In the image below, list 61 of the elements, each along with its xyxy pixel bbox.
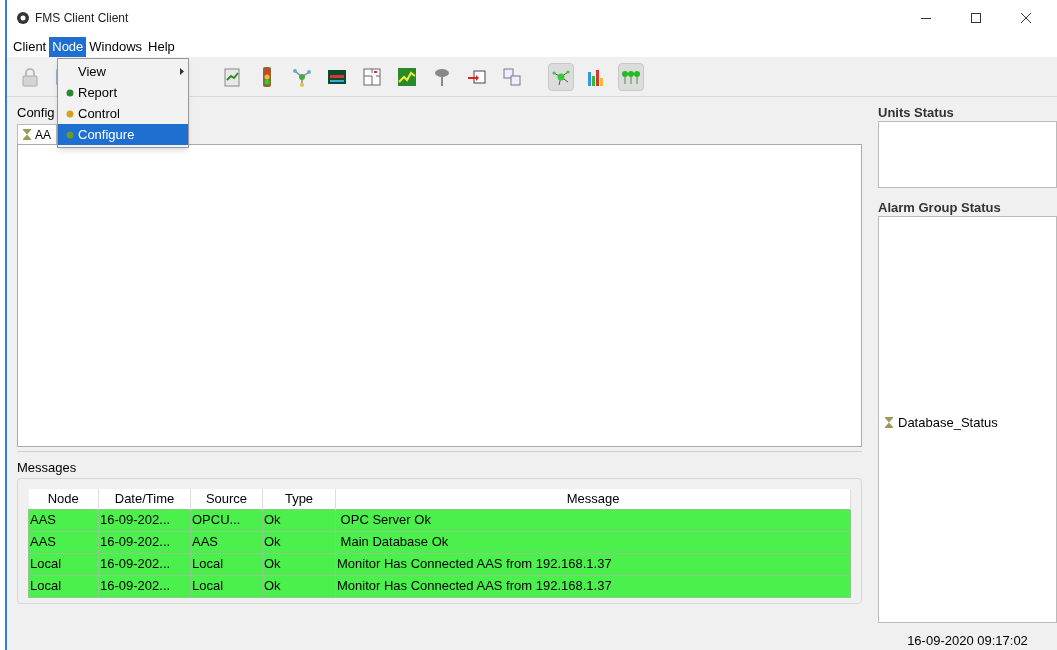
lock-icon [19,65,41,88]
maximize-icon [971,13,981,23]
app-logo-icon [15,11,31,25]
table-cell: Local [28,575,99,597]
table-cell: 16-09-202... [98,553,191,575]
menu-option[interactable]: Configure [58,124,188,145]
menu-option[interactable]: Control [58,103,188,124]
minimize-icon [921,17,931,19]
table-cell: 16-09-202... [98,509,191,531]
message-row[interactable]: AAS 16-09-202... AAS Ok Main Database Ok [28,531,851,553]
traffic-light-icon [263,66,271,87]
table-cell: Main Database Ok [335,531,851,553]
message-row[interactable]: Local 16-09-202... Local Ok Monitor Has Connected AAS from 192.168.1.37 [28,575,851,597]
menu-item[interactable]: Node [49,36,87,57]
floor-plan-icon [361,65,383,88]
menu-item-icon [66,109,74,118]
column-header[interactable]: Message [335,489,851,509]
column-header[interactable]: Type [262,489,336,509]
window-title: FMS Client Client [35,10,129,27]
document-icon [221,65,243,88]
menu-option[interactable]: Report [58,82,188,103]
column-header[interactable]: Node [28,489,99,509]
submenu-arrow-icon [180,68,184,75]
hourglass-icon [23,129,31,140]
status-time: 16-09-2020 09:17:02 [906,631,1029,650]
panel-title: Config [17,104,55,121]
table-cell: OPCU... [190,509,263,531]
alarm-group-item[interactable]: Database_Status [898,412,998,433]
table-cell: Local [28,553,99,575]
panel-title: Units Status [878,104,955,121]
hourglass-icon [885,417,893,429]
table-cell: AAS [28,509,99,531]
menu-item-icon [66,88,74,97]
table-cell: Monitor Has Connected AAS from 192.168.1.37 [335,553,851,575]
table-cell: Local [190,575,263,597]
column-header[interactable]: Date/Time [98,489,191,509]
table-cell: Ok [262,509,336,531]
table-cell: Ok [262,531,336,553]
column-header[interactable]: Source [190,489,263,509]
message-row[interactable]: Local 16-09-202... Local Ok Monitor Has Connected AAS from 192.168.1.37 [28,553,851,575]
menu-item[interactable]: Client [10,36,50,57]
table-cell: 16-09-202... [98,575,191,597]
node-tab[interactable]: AA [17,124,57,144]
table-cell: OPC Server Ok [335,509,851,531]
table-cell: AAS [190,531,263,553]
table-cell: Local [190,553,263,575]
table-cell: 16-09-202... [98,531,191,553]
table-cell: Monitor Has Connected AAS from 192.168.1.37 [335,575,851,597]
message-row[interactable]: AAS 16-09-202... OPCU... Ok OPC Server Ok [28,509,851,531]
trend-chart-icon [396,65,418,88]
menu-option[interactable]: View [58,61,188,82]
menu-item[interactable]: Help [145,36,178,57]
close-icon [1021,13,1031,23]
table-cell: AAS [28,531,99,553]
cubes-icon [501,65,523,88]
menu-item-icon [66,130,74,139]
table-cell: Ok [262,575,336,597]
panel-title: Messages [17,459,78,476]
table-cell: Ok [262,553,336,575]
panel-title: Alarm Group Status [878,198,1002,216]
menu-item[interactable]: Windows [86,36,146,57]
